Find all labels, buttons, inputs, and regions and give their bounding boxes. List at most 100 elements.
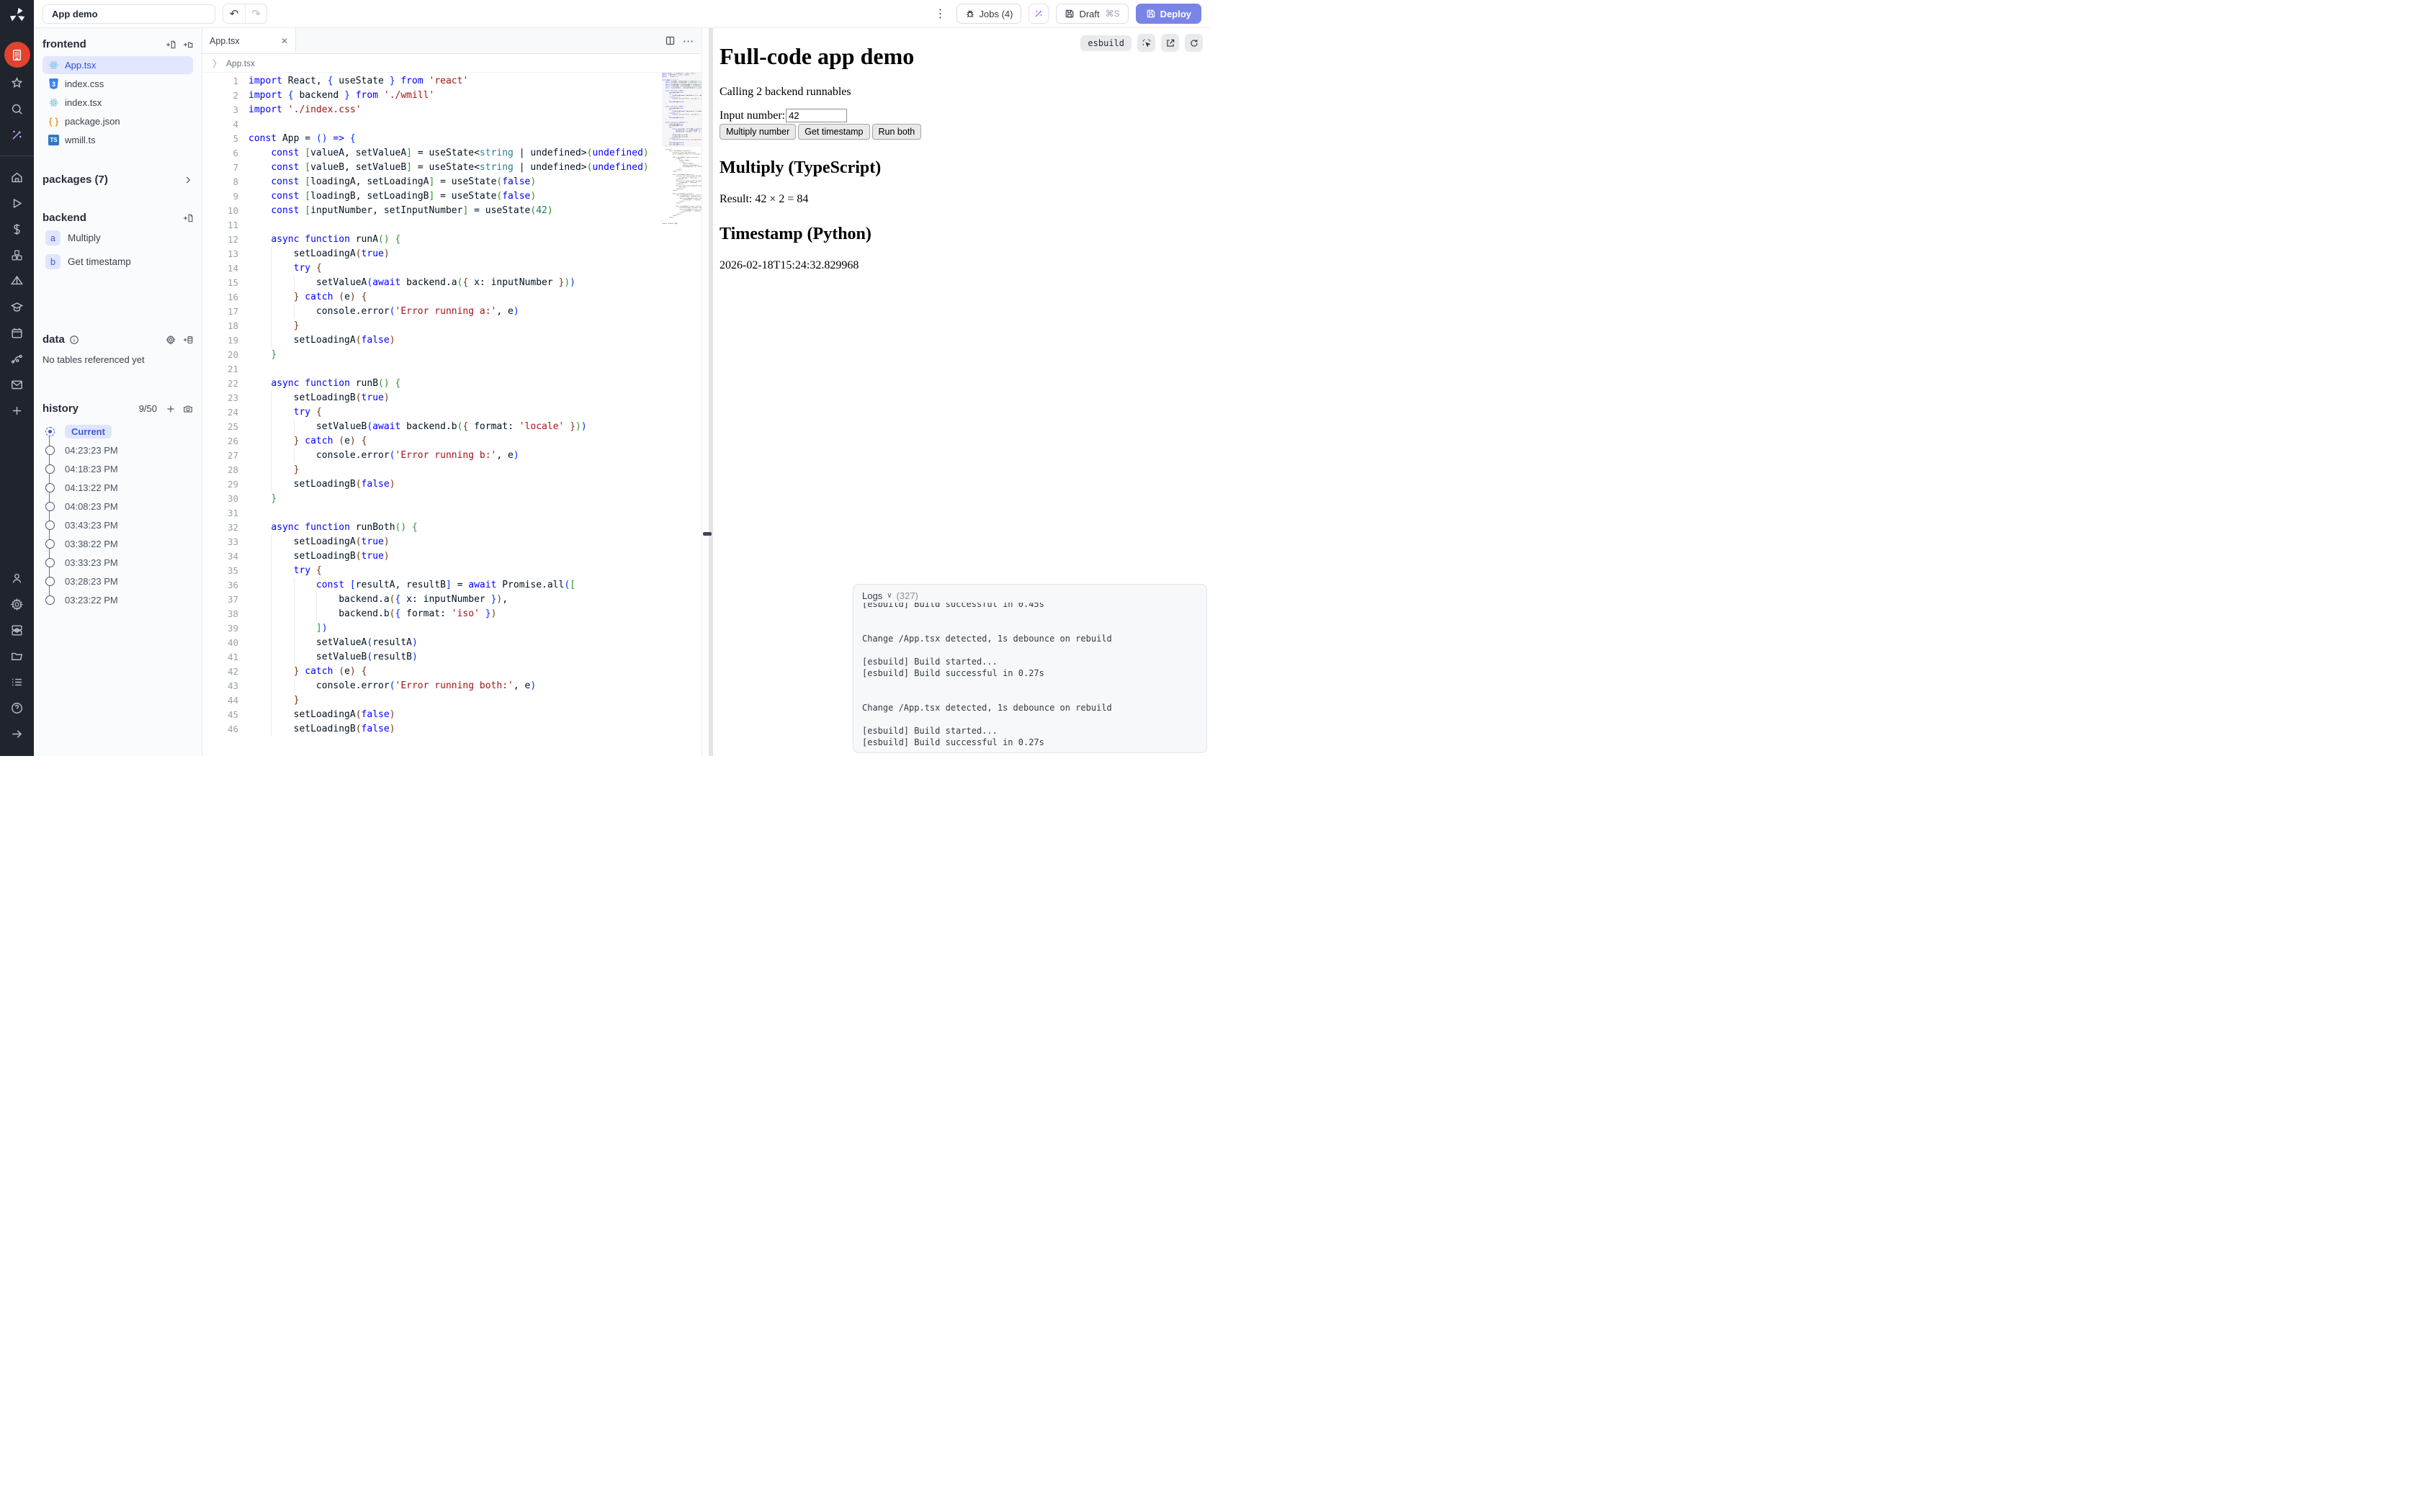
editor-more-icon[interactable]: ⋯ [683,35,694,48]
user-icon[interactable] [4,567,30,589]
log-line: [esbuild] Build successful in 0.27s [862,737,1198,747]
file-item-App-tsx[interactable]: App.tsx [42,56,193,74]
log-line [862,621,1198,633]
help-icon[interactable] [4,697,30,719]
runs-icon[interactable] [4,192,30,214]
inspect-select-button[interactable] [1137,34,1155,52]
code-line: 19 setLoadingA(false) [202,333,662,348]
add-file-button[interactable] [166,40,176,50]
indent-guide [316,593,317,607]
current-version-pill[interactable]: Current [65,425,112,438]
apps-icon[interactable] [4,42,30,68]
undo-redo-group: ↶ ↷ [223,4,267,24]
line-text: setLoadingA(true) [248,535,662,549]
monaco-editor[interactable]: 1import React, { useState } from 'react'… [202,73,702,756]
collapse-icon[interactable] [4,723,30,744]
history-snapshot-row[interactable]: 03:43:23 PM [44,516,193,534]
code-line: 24 try { [202,405,662,420]
code-area[interactable]: 1import React, { useState } from 'react'… [202,73,662,756]
splitter-handle[interactable] [703,532,712,536]
refresh-button[interactable] [1185,34,1203,52]
camera-icon[interactable] [183,404,193,414]
folders-icon[interactable] [4,645,30,667]
history-snapshot-row[interactable]: 03:38:22 PM [44,534,193,553]
list-icon[interactable] [4,671,30,693]
chevron-down-icon[interactable]: ∨ [887,592,892,600]
explorer-panel: frontend App.tsx3index.cssindex.tsx{ }pa… [34,28,202,756]
line-number: 40 [202,636,238,650]
mail-icon[interactable] [4,374,30,395]
undo-button[interactable]: ↶ [223,4,245,23]
home-icon[interactable] [4,166,30,188]
history-snapshot-row[interactable]: 04:18:23 PM [44,459,193,478]
preview-button-multiply-number[interactable]: Multiply number [720,124,796,140]
rail-mid-group [4,162,30,426]
data-settings-gear-icon[interactable] [166,335,176,345]
variables-icon[interactable] [4,218,30,240]
resources-icon[interactable] [4,244,30,266]
runnable-get-timestamp[interactable]: bGet timestamp [42,252,193,271]
add-runnable-button[interactable] [183,213,193,223]
preview-button-get-timestamp[interactable]: Get timestamp [798,124,869,140]
pane-splitter[interactable] [702,28,713,756]
split-editor-icon[interactable] [665,35,676,46]
history-snapshot-row[interactable]: 04:13:22 PM [44,478,193,497]
runnable-multiply[interactable]: aMultiply [42,228,193,248]
code-line: 38 backend.b({ format: 'iso' }) [202,607,662,621]
deploy-button[interactable]: Deploy [1136,4,1201,24]
file-item-wmill-ts[interactable]: TSwmill.ts [42,131,193,149]
close-tab-icon[interactable]: ✕ [281,36,288,46]
open-external-button[interactable] [1161,34,1179,52]
history-snapshot-row[interactable]: 04:08:23 PM [44,497,193,516]
indent-guide [271,708,272,722]
plus-icon[interactable] [4,400,30,421]
ai-wand-button[interactable] [1028,4,1049,24]
indent-guide [271,621,272,636]
line-number: 12 [202,233,238,247]
code-line: 7 const [valueB, setValueB] = useState<s… [202,161,662,175]
jobs-button[interactable]: Jobs (4) [956,4,1022,24]
tab-app-tsx[interactable]: App.tsx ✕ [202,28,296,53]
wand-icon[interactable] [4,124,30,145]
line-number: 44 [202,693,238,708]
history-snapshot-row[interactable]: 03:23:22 PM [44,590,193,609]
redo-button[interactable]: ↷ [245,4,266,23]
line-text: const [valueB, setValueB] = useState<str… [248,161,662,175]
file-item-index-css[interactable]: 3index.css [42,75,193,93]
breadcrumb-file[interactable]: App.tsx [226,58,255,68]
preview-toolbar: esbuild [1080,34,1203,52]
star-icon[interactable] [4,72,30,94]
input-number-field[interactable] [786,109,847,122]
preview-button-run-both[interactable]: Run both [872,124,922,140]
file-item-index-tsx[interactable]: index.tsx [42,94,193,112]
learn-icon[interactable] [4,296,30,318]
windmill-logo-icon[interactable] [8,6,27,24]
logs-output[interactable]: [esbuild] Build successful in 0.45sChang… [862,603,1198,747]
packages-section-header[interactable]: packages (7) [42,174,193,186]
app-name-input[interactable] [42,4,215,24]
line-number: 33 [202,535,238,549]
workers-icon[interactable] [4,619,30,641]
chevron-right-icon[interactable] [183,175,193,185]
history-title: history [42,402,79,415]
history-current-row[interactable]: Current [44,422,193,441]
snapshot-node-icon [45,446,55,455]
logs-title[interactable]: Logs [862,590,882,601]
draft-button[interactable]: Draft ⌘S [1056,4,1128,24]
history-snapshot-row[interactable]: 03:33:23 PM [44,553,193,572]
line-text: try { [248,405,662,420]
schedules-icon[interactable] [4,322,30,343]
triggers-icon[interactable] [4,270,30,292]
file-item-package-json[interactable]: { }package.json [42,112,193,130]
add-snapshot-button[interactable] [166,404,176,414]
minimap[interactable]: import React, { useState } from 'react'i… [662,73,702,756]
flows-icon[interactable] [4,348,30,369]
history-snapshot-row[interactable]: 03:28:23 PM [44,572,193,590]
chevron-right-icon[interactable]: 〉 [212,56,222,70]
search-icon[interactable] [4,98,30,120]
add-table-button[interactable] [183,335,193,345]
history-snapshot-row[interactable]: 04:23:23 PM [44,441,193,459]
more-menu-button[interactable]: ⋮ [932,6,949,21]
add-folder-button[interactable] [183,40,193,50]
settings-icon[interactable] [4,593,30,615]
